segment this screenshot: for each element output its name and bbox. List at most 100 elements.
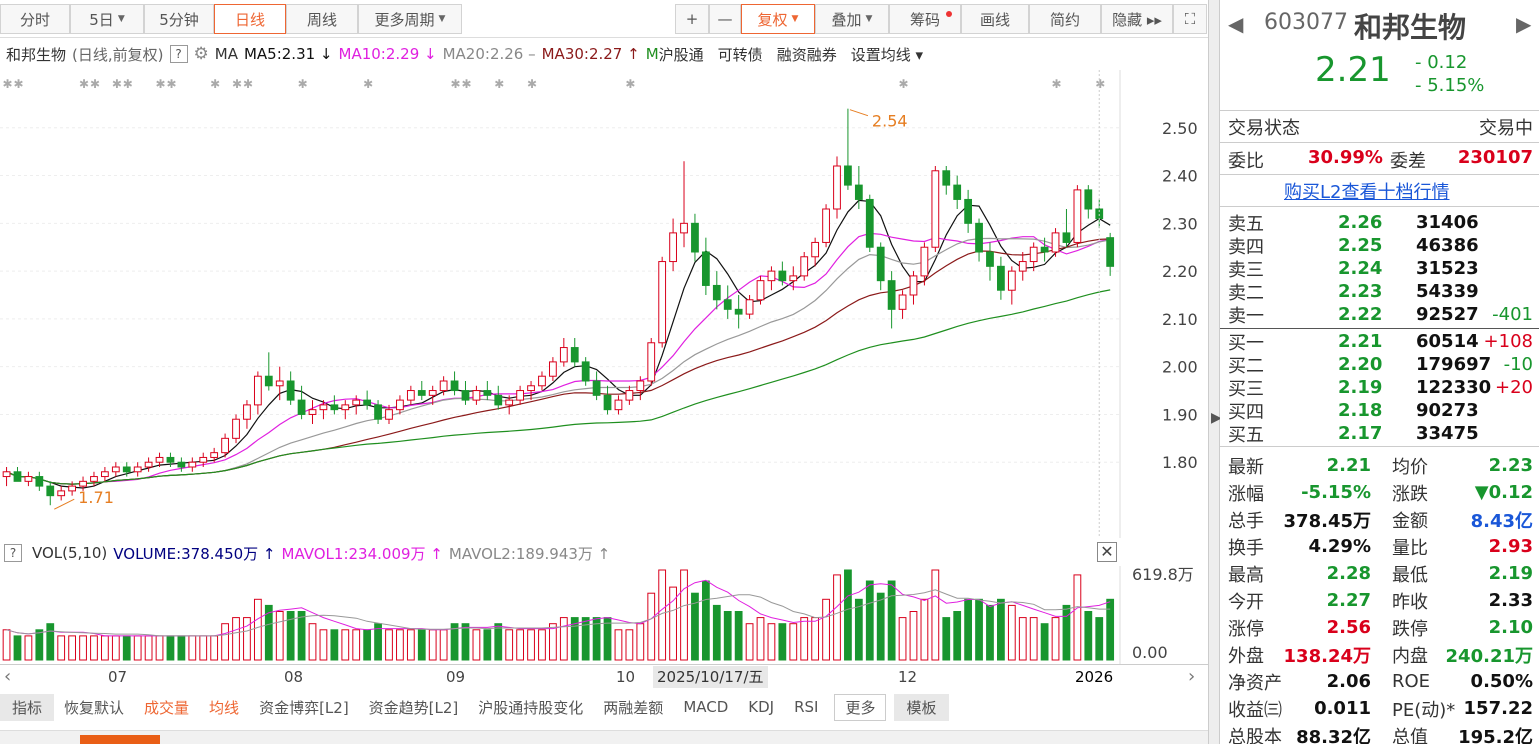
event-marker-icon[interactable]: ✱ [494,77,504,91]
toolbar-button-toolbar-right-0[interactable]: + [675,4,709,34]
volume-bar[interactable] [614,629,623,661]
orderbook-row[interactable]: 卖三 2.24 31523 [1220,257,1539,281]
indicator-tab-7[interactable]: 两融差额 [593,697,673,718]
volume-bar[interactable] [133,635,142,661]
indicator-tab-2[interactable]: 成交量 [134,697,199,718]
volume-bar[interactable] [396,629,404,661]
volume-bar[interactable] [35,629,44,661]
volume-bar[interactable] [887,580,896,661]
volume-bar[interactable] [210,635,219,661]
indicator-tab-4[interactable]: 资金博弈[L2] [249,697,359,718]
volume-bar[interactable] [24,635,33,661]
volume-bar[interactable] [1084,611,1093,661]
volume-bar[interactable] [1073,574,1082,661]
volume-bar[interactable] [745,623,754,661]
event-marker-icon[interactable]: ✱ [112,77,122,91]
candle[interactable] [865,194,874,252]
volume-bar[interactable] [559,617,568,661]
l2-purchase-link[interactable]: 购买L2查看十档行情 [1284,178,1449,204]
volume-bar[interactable] [811,617,820,661]
indicator-tab-12[interactable]: 模板 [894,693,949,721]
volume-bar[interactable] [122,635,131,661]
orderbook-row[interactable]: 卖五 2.26 31406 [1220,211,1539,235]
toolbar-button-toolbar-right-2[interactable]: 复权 ▼ [741,4,815,34]
volume-bar[interactable] [822,598,830,661]
volume-bar[interactable] [352,629,361,661]
volume-bar[interactable] [90,635,98,661]
link-hgt[interactable]: 沪股通 [659,44,704,65]
volume-bar[interactable] [712,604,721,661]
volume-bar[interactable] [177,635,186,661]
panel-divider[interactable]: ▶ [1208,0,1222,744]
volume-bar[interactable] [472,629,481,661]
volume-bar[interactable] [144,635,153,661]
orderbook-row[interactable]: 买二 2.20 179697 -10 [1220,353,1539,377]
volume-bar[interactable] [505,629,514,661]
volume-bar[interactable] [1051,617,1060,661]
event-marker-icon[interactable]: ✱ [298,77,308,91]
volume-bar[interactable] [275,611,284,661]
event-marker-icon[interactable]: ✱ [527,77,537,91]
toolbar-button-toolbar-right-8[interactable]: ⛶ [1173,4,1207,34]
volume-bar[interactable] [767,623,776,661]
candle[interactable] [800,252,809,281]
candle[interactable] [931,166,940,252]
volume-bar[interactable] [319,629,328,661]
toolbar-button-toolbar-items-4[interactable]: 周线 [286,4,358,34]
orderbook-row[interactable]: 卖一 2.22 92527 -401 [1220,303,1539,327]
volume-bar[interactable] [111,635,120,661]
volume-bar[interactable] [723,611,732,661]
event-marker-icon[interactable]: ✱ [232,77,242,91]
volume-bar[interactable] [538,629,546,661]
volume-bar[interactable] [439,629,448,661]
candle[interactable] [1051,228,1060,257]
event-marker-icon[interactable]: ✱ [210,77,220,91]
volume-bar[interactable] [986,604,994,661]
volume-bar[interactable] [975,598,983,661]
volume-bar[interactable] [527,629,535,661]
volume-bar[interactable] [997,598,1005,661]
indicator-tab-9[interactable]: KDJ [738,698,784,716]
volume-bar[interactable] [778,623,787,661]
orderbook-row[interactable]: 买三 2.19 122330 +20 [1220,376,1539,400]
link-margin[interactable]: 融资融券 [777,44,837,65]
indicator-tab-8[interactable]: MACD [673,698,738,716]
prev-stock-icon[interactable]: ◀ [1228,12,1243,36]
indicator-tab-6[interactable]: 沪股通持股变化 [468,697,593,718]
volume-bar[interactable] [920,598,929,661]
event-marker-icon[interactable]: ✱ [899,77,909,91]
volume-bar[interactable] [101,635,109,661]
volume-bar[interactable] [680,569,688,661]
volume-bar[interactable] [942,617,951,661]
volume-bar[interactable] [68,635,77,661]
event-marker-icon[interactable]: ✱ [243,77,253,91]
volume-bar[interactable] [494,623,503,661]
volume-bar[interactable] [789,623,798,661]
indicator-tab-0[interactable]: 指标 [0,693,55,721]
volume-bar[interactable] [953,611,962,661]
volume-bar[interactable] [581,617,590,661]
toolbar-button-toolbar-items-1[interactable]: 5日 ▼ [70,4,144,34]
volume-bar[interactable] [909,611,918,661]
gear-icon[interactable]: ⚙ [194,44,209,64]
volume-bar[interactable] [931,569,940,661]
volume-bar[interactable] [461,623,470,661]
volume-bar[interactable] [363,629,372,661]
volume-bar[interactable] [833,574,841,661]
volume-bar[interactable] [308,623,317,661]
volume-bar[interactable] [516,629,525,661]
volume-bar[interactable] [166,635,175,661]
volume-bar[interactable] [221,623,229,661]
event-marker-icon[interactable]: ✱ [461,77,471,91]
candle[interactable] [658,256,667,348]
active-bottom-tab[interactable] [80,735,160,744]
candle[interactable] [756,275,765,305]
volume-bar[interactable] [341,629,350,661]
event-marker-icon[interactable]: ✱ [363,77,373,91]
volume-bar[interactable] [1040,623,1049,661]
toolbar-button-toolbar-items-3[interactable]: 日线 [214,4,286,34]
toolbar-button-toolbar-right-1[interactable]: — [709,4,741,34]
event-marker-icon[interactable]: ✱ [13,77,23,91]
volume-bar[interactable] [428,629,437,661]
volume-bar[interactable] [297,611,306,661]
